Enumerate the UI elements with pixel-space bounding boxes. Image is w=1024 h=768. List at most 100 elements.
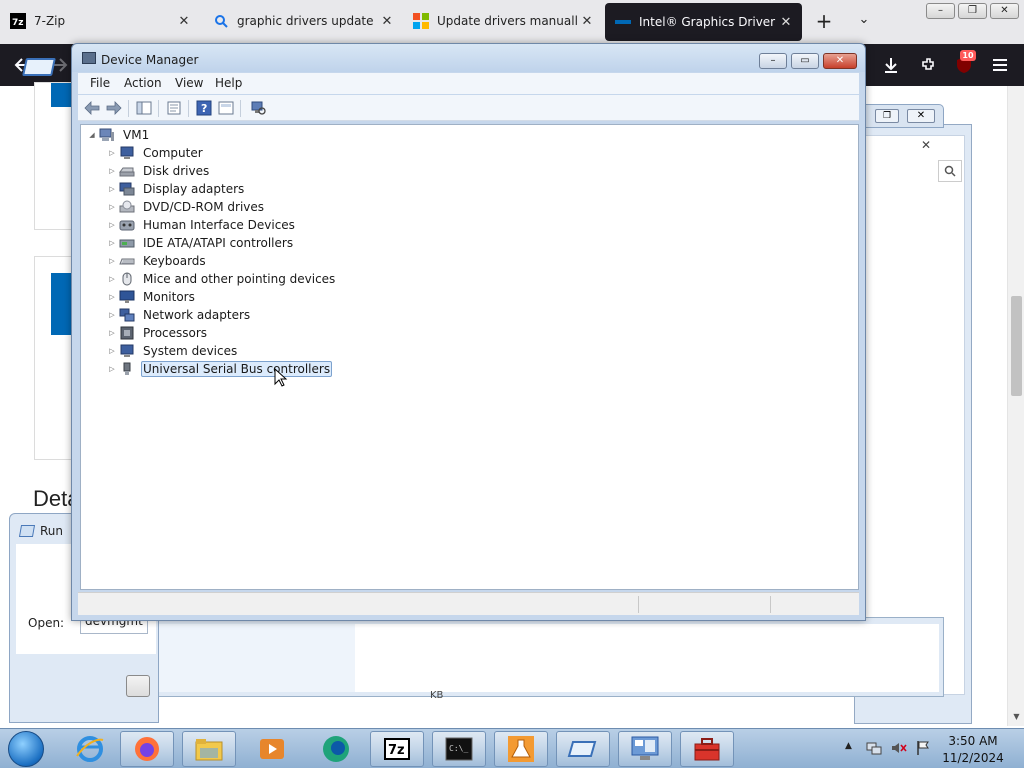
tree-item-mice[interactable]: ▷ Mice and other pointing devices bbox=[107, 270, 337, 288]
view-icon[interactable] bbox=[218, 100, 234, 116]
device-tree[interactable]: ◢ VM1 ▷ Computer ▷ Disk drives ▷ Display… bbox=[80, 124, 859, 590]
mouse-icon bbox=[119, 272, 135, 286]
expand-arrow-icon[interactable]: ▷ bbox=[107, 347, 117, 355]
expand-arrow-icon[interactable]: ▷ bbox=[107, 203, 117, 211]
tree-label: Monitors bbox=[143, 290, 195, 304]
tree-item-processors[interactable]: ▷ Processors bbox=[107, 324, 209, 342]
forward-icon[interactable] bbox=[106, 100, 122, 116]
tab-graphic-drivers-search[interactable]: graphic drivers update - Se ✕ bbox=[203, 0, 403, 42]
close-tab-icon[interactable]: ✕ bbox=[377, 14, 397, 29]
run-program-icon bbox=[22, 58, 56, 76]
tab-update-drivers[interactable]: Update drivers manually in ✕ bbox=[403, 0, 603, 42]
tree-item-system-devices[interactable]: ▷ System devices bbox=[107, 342, 239, 360]
expand-arrow-icon[interactable]: ▷ bbox=[107, 149, 117, 157]
firefox-icon[interactable] bbox=[120, 731, 174, 767]
close-button[interactable]: ✕ bbox=[823, 53, 857, 69]
action-center-flag-icon[interactable] bbox=[915, 740, 931, 756]
tree-item-network-adapters[interactable]: ▷ Network adapters bbox=[107, 306, 252, 324]
show-hide-console-tree-icon[interactable] bbox=[136, 100, 152, 116]
search-icon[interactable] bbox=[938, 160, 962, 182]
tree-label: Display adapters bbox=[143, 182, 245, 196]
media-player-icon[interactable] bbox=[252, 731, 292, 767]
expand-arrow-icon[interactable]: ▷ bbox=[107, 311, 117, 319]
menu-help[interactable]: Help bbox=[215, 76, 242, 90]
back-icon[interactable] bbox=[84, 100, 100, 116]
expand-arrow-icon[interactable]: ▷ bbox=[107, 329, 117, 337]
extensions-icon[interactable] bbox=[915, 53, 941, 77]
toolbox-icon[interactable] bbox=[680, 731, 734, 767]
tree-item-disk-drives[interactable]: ▷ Disk drives bbox=[107, 162, 211, 180]
run-icon[interactable] bbox=[556, 731, 610, 767]
tree-item-ide-ata-atapi-controllers[interactable]: ▷ IDE ATA/ATAPI controllers bbox=[107, 234, 295, 252]
list-all-tabs-button[interactable]: ⌄ bbox=[852, 12, 876, 32]
run-ok-button[interactable] bbox=[126, 675, 150, 697]
lab-flask-icon[interactable] bbox=[494, 731, 548, 767]
scroll-down-arrow-icon[interactable]: ▼ bbox=[1011, 712, 1022, 721]
scan-hardware-icon[interactable] bbox=[250, 100, 266, 116]
internet-explorer-icon[interactable] bbox=[70, 731, 110, 767]
expand-arrow-icon[interactable]: ▷ bbox=[107, 167, 117, 175]
command-prompt-icon[interactable]: C:\_ bbox=[432, 731, 486, 767]
tree-label: Human Interface Devices bbox=[143, 218, 295, 232]
minimize-button[interactable]: – bbox=[759, 53, 787, 69]
mouse-cursor-icon bbox=[274, 367, 288, 388]
menu-file[interactable]: File bbox=[90, 76, 110, 90]
expand-arrow-icon[interactable]: ▷ bbox=[107, 293, 117, 301]
collapse-arrow-icon[interactable]: ◢ bbox=[87, 131, 97, 139]
7zip-icon[interactable]: 7z bbox=[370, 731, 424, 767]
tab-7zip[interactable]: 7z 7-Zip ✕ bbox=[0, 0, 200, 42]
svg-text:7z: 7z bbox=[12, 18, 24, 28]
restore-icon[interactable]: ❐ bbox=[875, 109, 899, 123]
close-icon[interactable]: ✕ bbox=[916, 138, 936, 154]
start-button[interactable] bbox=[8, 731, 44, 767]
downloads-icon[interactable] bbox=[878, 53, 904, 77]
close-tab-icon[interactable]: ✕ bbox=[776, 15, 796, 30]
help-icon[interactable]: ? bbox=[196, 100, 212, 116]
minimize-button[interactable]: – bbox=[926, 3, 955, 19]
expand-arrow-icon[interactable]: ▷ bbox=[107, 365, 117, 373]
status-divider bbox=[638, 596, 639, 613]
network-tray-icon[interactable] bbox=[866, 740, 882, 756]
clock-date[interactable]: 11/2/2024 bbox=[938, 751, 1008, 765]
tree-item-dvd-cdrom-drives[interactable]: ▷ DVD/CD-ROM drives bbox=[107, 198, 266, 216]
properties-icon[interactable] bbox=[166, 100, 182, 116]
scrollbar-thumb[interactable] bbox=[1011, 296, 1022, 396]
expand-arrow-icon[interactable]: ▷ bbox=[107, 257, 117, 265]
properties-panel bbox=[148, 617, 944, 697]
tree-item-display-adapters[interactable]: ▷ Display adapters bbox=[107, 180, 246, 198]
tree-item-human-interface-devices[interactable]: ▷ Human Interface Devices bbox=[107, 216, 297, 234]
maximize-button[interactable]: ▭ bbox=[791, 53, 819, 69]
expand-arrow-icon[interactable]: ▷ bbox=[107, 239, 117, 247]
edge-icon[interactable] bbox=[316, 731, 356, 767]
restore-button[interactable]: ❐ bbox=[958, 3, 987, 19]
file-explorer-icon[interactable] bbox=[182, 731, 236, 767]
tree-item-computer[interactable]: ▷ Computer bbox=[107, 144, 205, 162]
tree-root-vm1[interactable]: ◢ VM1 bbox=[87, 126, 151, 144]
window-title: Device Manager bbox=[101, 53, 199, 67]
menu-icon[interactable] bbox=[987, 53, 1013, 77]
expand-arrow-icon[interactable]: ▷ bbox=[107, 221, 117, 229]
taskbar: 7z C:\_ ▲ 3:50 AM 11/2/2024 bbox=[0, 728, 1024, 768]
menu-action[interactable]: Action bbox=[124, 76, 162, 90]
device-manager-titlebar[interactable]: Device Manager – ▭ ✕ bbox=[72, 44, 865, 72]
expand-arrow-icon[interactable]: ▷ bbox=[107, 275, 117, 283]
page-scrollbar[interactable]: ▼ bbox=[1007, 86, 1024, 726]
close-icon[interactable]: ✕ bbox=[907, 109, 935, 123]
properties-content bbox=[355, 624, 939, 692]
tree-label: System devices bbox=[143, 344, 238, 358]
show-hidden-icons-button[interactable]: ▲ bbox=[845, 741, 852, 751]
menu-view[interactable]: View bbox=[175, 76, 203, 90]
volume-muted-icon[interactable] bbox=[891, 740, 907, 756]
new-tab-button[interactable]: + bbox=[812, 10, 836, 34]
tab-intel-graphics-driver[interactable]: Intel® Graphics Driver for ✕ bbox=[605, 3, 802, 41]
tree-item-keyboards[interactable]: ▷ Keyboards bbox=[107, 252, 208, 270]
close-button[interactable]: ✕ bbox=[990, 3, 1019, 19]
expand-arrow-icon[interactable]: ▷ bbox=[107, 185, 117, 193]
close-tab-icon[interactable]: ✕ bbox=[577, 14, 597, 29]
menu-bar: File Action View Help bbox=[78, 73, 859, 94]
close-tab-icon[interactable]: ✕ bbox=[174, 14, 194, 29]
tree-item-monitors[interactable]: ▷ Monitors bbox=[107, 288, 197, 306]
tree-item-usb-controllers[interactable]: ▷ Universal Serial Bus controllers bbox=[107, 360, 333, 378]
control-panel-icon[interactable] bbox=[618, 731, 672, 767]
clock-time[interactable]: 3:50 AM bbox=[938, 734, 1008, 748]
